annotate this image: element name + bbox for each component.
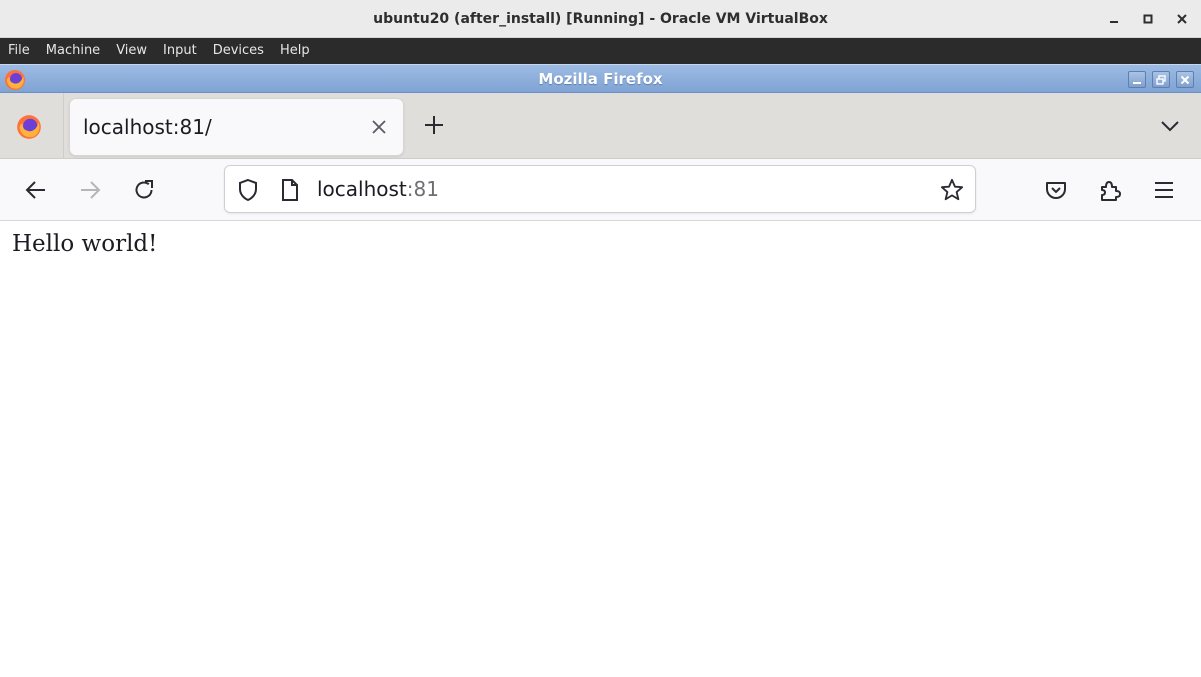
forward-arrow-icon[interactable] [75, 175, 105, 205]
close-icon[interactable] [369, 117, 389, 137]
menu-input[interactable]: Input [163, 38, 197, 64]
menu-machine[interactable]: Machine [46, 38, 100, 64]
close-icon[interactable] [1172, 9, 1192, 29]
menu-devices[interactable]: Devices [213, 38, 264, 64]
pocket-icon[interactable] [1041, 175, 1071, 205]
firefox-window-title-bar: Mozilla Firefox [0, 64, 1201, 93]
tab-label: localhost:81/ [83, 115, 212, 139]
back-arrow-icon[interactable] [21, 175, 51, 205]
page-content: Hello world! [0, 221, 1201, 677]
tab-strip: localhost:81/ [0, 93, 1201, 159]
reload-icon[interactable] [129, 175, 159, 205]
navigation-toolbar: localhost:81 [0, 159, 1201, 221]
url-text[interactable]: localhost:81 [317, 166, 439, 212]
tab-localhost[interactable]: localhost:81/ [70, 99, 403, 155]
star-icon[interactable] [940, 178, 964, 202]
url-port: :81 [406, 177, 439, 201]
firefox-window-title: Mozilla Firefox [538, 70, 663, 88]
vbox-menubar: File Machine View Input Devices Help [0, 38, 1201, 64]
extensions-puzzle-icon[interactable] [1095, 175, 1125, 205]
url-host: localhost [317, 177, 407, 201]
page-icon[interactable] [278, 178, 302, 202]
guest-minimize-icon[interactable] [1128, 71, 1146, 88]
minimize-icon[interactable] [1104, 9, 1124, 29]
maximize-icon[interactable] [1138, 9, 1158, 29]
plus-icon[interactable] [420, 111, 448, 139]
url-bar[interactable]: localhost:81 [224, 165, 976, 213]
chevron-down-icon[interactable] [1157, 113, 1183, 139]
hamburger-menu-icon[interactable] [1149, 175, 1179, 205]
vbox-window-title: ubuntu20 (after_install) [Running] - Ora… [373, 11, 828, 27]
guest-restore-icon[interactable] [1152, 71, 1170, 88]
menu-view[interactable]: View [116, 38, 147, 64]
page-text: Hello world! [12, 231, 158, 257]
menu-file[interactable]: File [8, 38, 30, 64]
guest-close-icon[interactable] [1176, 71, 1194, 88]
vbox-title-bar: ubuntu20 (after_install) [Running] - Ora… [0, 0, 1201, 38]
shield-icon[interactable] [236, 178, 260, 202]
tab-separator [63, 93, 64, 159]
firefox-view-icon[interactable] [16, 114, 42, 140]
menu-help[interactable]: Help [280, 38, 310, 64]
